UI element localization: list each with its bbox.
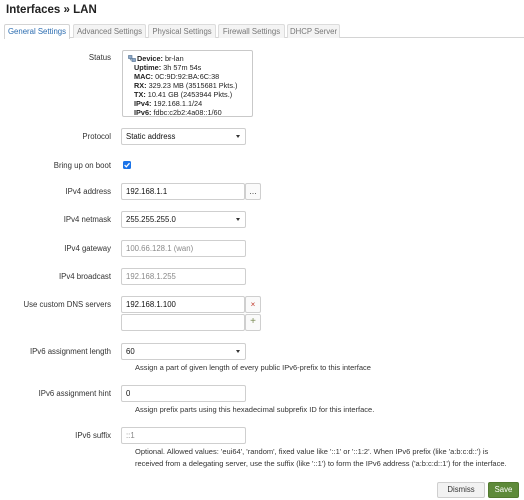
ipv6-assign-length-select[interactable]: 60 xyxy=(121,343,246,360)
uptime-value: 3h 57m 54s xyxy=(163,63,202,72)
ipv4-gateway-input[interactable]: 100.66.128.1 (wan) xyxy=(121,240,246,257)
bring-up-label: Bring up on boot xyxy=(53,161,111,170)
tab-dhcp-server[interactable]: DHCP Server xyxy=(287,24,340,38)
dns-server-new-input[interactable] xyxy=(121,314,245,331)
ipv6-suffix-label: IPv6 suffix xyxy=(75,431,111,440)
dismiss-button[interactable]: Dismiss xyxy=(437,482,485,498)
rx-key: RX: xyxy=(134,81,147,90)
chevron-down-icon xyxy=(236,218,240,221)
ipv6-suffix-input[interactable]: ::1 xyxy=(121,427,246,444)
dns-remove-button[interactable]: × xyxy=(245,296,261,313)
ipv4-netmask-value: 255.255.255.0 xyxy=(126,215,176,224)
mac-key: MAC: xyxy=(134,72,154,81)
ipv6-assign-length-value: 60 xyxy=(126,347,135,356)
status-box: Device: br-lan Uptime: 3h 57m 54s MAC: 0… xyxy=(122,50,253,117)
ipv4-netmask-select[interactable]: 255.255.255.0 xyxy=(121,211,246,228)
ipv4-netmask-label: IPv4 netmask xyxy=(63,215,111,224)
ipv6-suffix-description-line2: received from a delegating server, use t… xyxy=(135,459,507,468)
rx-value: 329.23 MB (3515681 Pkts.) xyxy=(148,81,238,90)
chevron-down-icon xyxy=(236,350,240,353)
mac-value: 0C:9D:92:BA:6C:38 xyxy=(155,72,220,81)
ipv4-gateway-label: IPv4 gateway xyxy=(64,244,111,253)
ipv6-assign-hint-input[interactable]: 0 xyxy=(121,385,246,402)
ipv4-address-input[interactable]: 192.168.1.1 xyxy=(121,183,245,200)
dns-add-button[interactable]: + xyxy=(245,314,261,331)
ipv6-suffix-description-line1: Optional. Allowed values: 'eui64', 'rand… xyxy=(135,447,489,456)
ipv6-assign-hint-description: Assign prefix parts using this hexadecim… xyxy=(135,405,375,414)
save-button[interactable]: Save xyxy=(488,482,519,498)
protocol-select[interactable]: Static address xyxy=(121,128,246,145)
ipv4-address-label: IPv4 address xyxy=(65,187,111,196)
ipv6-assign-hint-label: IPv6 assignment hint xyxy=(38,389,111,398)
ipv4-address-more-button[interactable]: ... xyxy=(245,183,261,200)
ipv4-value: 192.168.1.1/24 xyxy=(153,99,203,108)
tab-advanced-settings[interactable]: Advanced Settings xyxy=(73,24,146,38)
status-label: Status xyxy=(88,53,111,62)
tx-key: TX: xyxy=(134,90,146,99)
ipv6-key: IPv6: xyxy=(134,108,152,117)
protocol-label: Protocol xyxy=(82,132,111,141)
ipv4-key: IPv4: xyxy=(134,99,152,108)
uptime-key: Uptime: xyxy=(134,63,162,72)
bring-up-checkbox[interactable] xyxy=(123,161,131,169)
protocol-value: Static address xyxy=(126,132,176,141)
device-key: Device: xyxy=(137,54,163,63)
dns-label: Use custom DNS servers xyxy=(23,300,111,309)
tab-firewall-settings[interactable]: Firewall Settings xyxy=(218,24,285,38)
tx-value: 10.41 GB (2453944 Pkts.) xyxy=(147,90,233,99)
tab-general-settings[interactable]: General Settings xyxy=(4,24,70,39)
ipv4-broadcast-label: IPv4 broadcast xyxy=(58,272,111,281)
tab-physical-settings[interactable]: Physical Settings xyxy=(148,24,216,38)
ipv4-broadcast-input[interactable]: 192.168.1.255 xyxy=(121,268,246,285)
ipv6-value: fdbc:c2b2:4a08::1/60 xyxy=(153,108,222,117)
dns-server-input[interactable]: 192.168.1.100 xyxy=(121,296,245,313)
page-title: Interfaces » LAN xyxy=(6,4,97,16)
ipv6-assign-length-label: IPv6 assignment length xyxy=(29,347,111,356)
network-device-icon xyxy=(128,55,136,62)
ipv6-assign-length-description: Assign a part of given length of every p… xyxy=(135,363,371,372)
device-value: br-lan xyxy=(165,54,184,63)
tab-bar: General Settings Advanced Settings Physi… xyxy=(4,24,524,39)
checkmark-icon xyxy=(124,162,130,168)
chevron-down-icon xyxy=(236,135,240,138)
